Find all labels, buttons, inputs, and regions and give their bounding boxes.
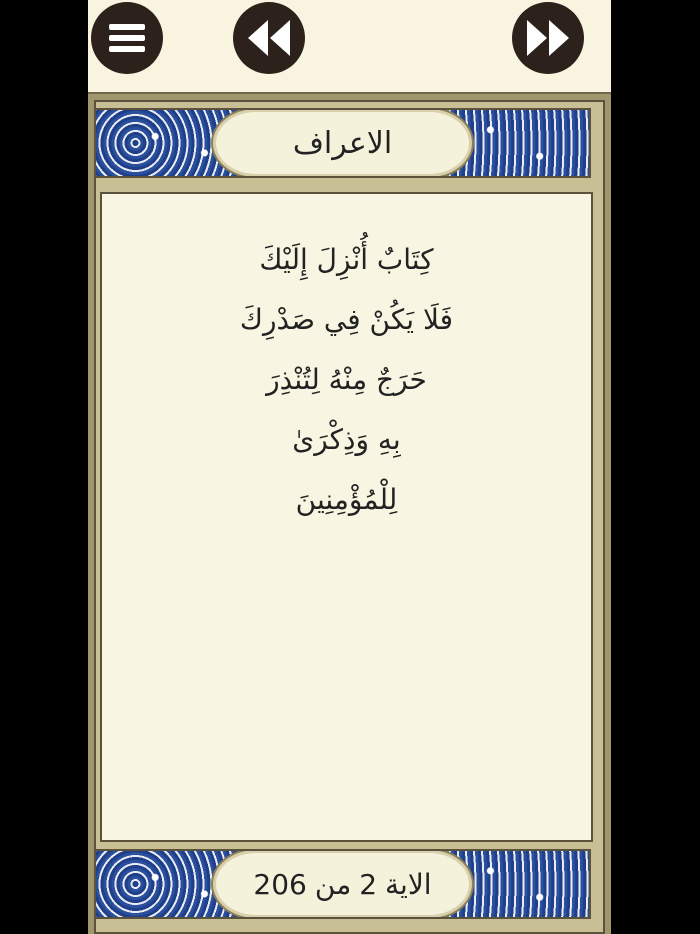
ayah-label: الاية — [385, 867, 432, 901]
ayah-number: 2 — [359, 867, 378, 901]
verse-panel[interactable]: كِتَابٌ أُنْزِلَ إِلَيْكَ فَلَا يَكُنْ ف… — [100, 192, 593, 842]
total-ayahs: 206 — [253, 867, 307, 901]
next-ayah-button[interactable] — [512, 2, 584, 74]
title-plate: الاعراف — [216, 112, 469, 174]
ayah-counter: الاية 2 من 206 — [253, 868, 431, 901]
surah-title-banner: الاعراف — [94, 108, 591, 178]
page-frame: الاعراف كِتَابٌ أُنْزِلَ إِلَيْكَ فَلَا … — [88, 92, 611, 934]
verse-line: لِلْمُؤْمِنِينَ — [295, 483, 398, 516]
verse-line: كِتَابٌ أُنْزِلَ إِلَيْكَ — [259, 243, 434, 276]
verse-line: بِهِ وَذِكْرَىٰ — [292, 423, 401, 456]
verse-line: فَلَا يَكُنْ فِي صَدْرِكَ — [239, 303, 454, 336]
menu-icon — [109, 24, 145, 52]
menu-button[interactable] — [91, 2, 163, 74]
verse-text: كِتَابٌ أُنْزِلَ إِلَيْكَ فَلَا يَكُنْ ف… — [102, 230, 591, 530]
ayah-counter-banner: الاية 2 من 206 — [94, 849, 591, 919]
counter-plate: الاية 2 من 206 — [216, 853, 469, 915]
top-toolbar — [88, 0, 611, 92]
verse-line: حَرَجٌ مِنْهُ لِتُنْذِرَ — [266, 363, 427, 396]
fast-forward-icon — [527, 20, 569, 56]
rewind-icon — [248, 20, 290, 56]
of-label: من — [314, 867, 352, 901]
surah-title: الاعراف — [292, 125, 393, 161]
previous-ayah-button[interactable] — [233, 2, 305, 74]
app-window: الاعراف كِتَابٌ أُنْزِلَ إِلَيْكَ فَلَا … — [88, 0, 611, 934]
